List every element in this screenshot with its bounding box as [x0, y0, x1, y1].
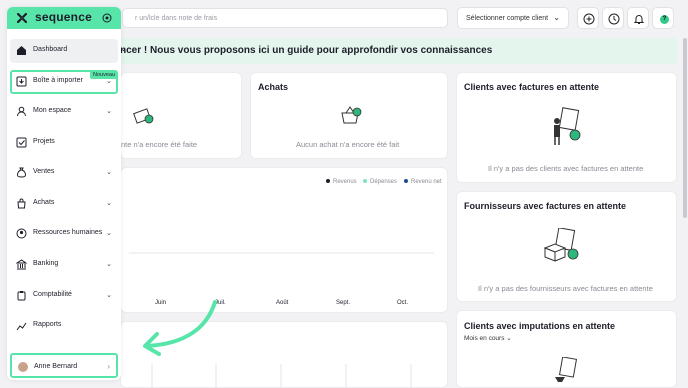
month-label: Sept.: [336, 300, 351, 306]
user-name: Anne Bernard: [34, 363, 78, 370]
legend-label: Revenus: [333, 179, 357, 185]
legend-label: Dépenses: [370, 179, 398, 185]
money-bag-icon: [16, 167, 27, 178]
clients-pending-card: Clients avec factures en attente Il n'y …: [456, 72, 677, 183]
sidebar-item-projets[interactable]: Projets: [10, 131, 118, 155]
help-icon: ?: [660, 15, 669, 24]
shopping-bag-icon: [17, 198, 26, 209]
clock-icon: [608, 13, 620, 25]
bank-icon: [16, 259, 27, 270]
sidebar-item-mon-espace[interactable]: Mon espace ⌄: [10, 100, 118, 124]
clipboard-icon: [17, 291, 26, 301]
settings-icon[interactable]: [102, 13, 112, 23]
sales-empty-text: nte n'a encore été faite: [121, 140, 198, 149]
sidebar-item-dashboard[interactable]: Dashboard: [10, 39, 118, 63]
avatar: [18, 362, 28, 372]
empty-sales-illustration: [133, 108, 154, 124]
guide-banner[interactable]: ncer ! Nous vous proposons ici un guide …: [120, 38, 677, 64]
account-select[interactable]: Sélectionner compte client ⌄: [457, 7, 569, 29]
user-profile-button[interactable]: Anne Bernard ›: [10, 353, 118, 378]
chevron-down-icon: ⌄: [106, 230, 112, 237]
suppliers-pending-empty-text: Il n'y a pas des fournisseurs avec factu…: [478, 284, 653, 293]
sales-card: nte n'a encore été faite: [120, 72, 242, 159]
search-input[interactable]: r un/lcle dans note de frais: [122, 8, 448, 28]
people-icon: [16, 228, 27, 239]
inbox-icon: [16, 76, 27, 87]
chevron-down-icon: ⌄: [106, 169, 112, 176]
sidebar-item-comptabilite[interactable]: Comptabilité ⌄: [10, 284, 118, 308]
history-button[interactable]: [602, 7, 624, 29]
empty-suppliers-illustration: [543, 228, 579, 262]
imputations-pending-title: Clients avec imputations en attente: [464, 321, 616, 331]
add-button[interactable]: [577, 7, 599, 29]
sidebar-item-label: Ressources humaines: [33, 229, 103, 236]
imputations-pending-card: Clients avec imputations en attente Mois…: [456, 310, 677, 388]
sidebar-item-rh[interactable]: Ressources humaines ⌄: [10, 222, 118, 246]
legend-revenu-net: Revenu net: [404, 179, 442, 185]
chart-gridlines: [129, 252, 434, 254]
chevron-down-icon: ⌄: [106, 200, 112, 207]
suppliers-pending-title: Fournisseurs avec factures en attente: [464, 201, 627, 211]
sidebar-item-achats[interactable]: Achats ⌄: [10, 192, 118, 216]
sidebar: sequence Dashboard Boîte à importer ⌄ No…: [7, 7, 121, 380]
sidebar-item-ventes[interactable]: Ventes ⌄: [10, 161, 118, 185]
page-scrollbar[interactable]: [683, 38, 687, 218]
sidebar-item-label: Projets: [33, 138, 55, 145]
clients-pending-title: Clients avec factures en attente: [464, 82, 600, 92]
chevron-down-icon: ⌄: [120, 44, 127, 53]
chevron-right-icon: ›: [107, 362, 110, 371]
chevron-down-icon: ⌄: [506, 335, 512, 342]
checkbox-icon: [16, 137, 27, 148]
period-select[interactable]: Mois en cours ⌄: [464, 334, 512, 342]
account-select-label: Sélectionner compte client: [466, 15, 549, 22]
sidebar-item-label: Achats: [33, 199, 55, 206]
sidebar-item-label: Dashboard: [33, 46, 68, 53]
sequence-logo-icon: [17, 13, 27, 23]
month-label: Août: [276, 300, 289, 306]
brand-header[interactable]: sequence: [7, 7, 121, 29]
sidebar-item-rapports[interactable]: Rapports: [10, 314, 118, 338]
person-icon: [17, 106, 26, 117]
purchases-title: Achats: [258, 82, 289, 92]
sidebar-item-label: Boîte à importer: [33, 77, 83, 84]
legend-revenus: Revenus: [326, 179, 357, 185]
empty-imputations-illustration: [555, 357, 578, 382]
clients-pending-empty-text: Il n'y a pas des clients avec factures e…: [488, 164, 644, 173]
revenue-chart-card: [120, 167, 448, 313]
period-select-label: Mois en cours: [464, 335, 505, 342]
sidebar-item-label: Banking: [33, 260, 59, 267]
legend-depenses: Dépenses: [363, 179, 397, 185]
chevron-down-icon: ⌄: [106, 261, 112, 268]
purchases-empty-text: Aucun achat n'a encore été fait: [296, 140, 400, 149]
empty-purchases-illustration: [341, 106, 362, 124]
chevron-down-icon: ⌄: [106, 108, 112, 115]
sidebar-item-label: Rapports: [33, 321, 62, 328]
chevron-down-icon: ⌄: [553, 13, 560, 22]
sidebar-item-label: Comptabilité: [33, 291, 72, 298]
suppliers-pending-card: Fournisseurs avec factures en attente Il…: [456, 191, 677, 302]
arrow-pointer-icon: [143, 300, 217, 356]
sidebar-item-banking[interactable]: Banking ⌄: [10, 253, 118, 277]
plus-circle-icon: [583, 13, 595, 25]
legend-dot-icon: [404, 179, 408, 184]
new-badge: Nouveau: [90, 71, 119, 79]
home-icon: [17, 46, 26, 55]
legend-dot-icon: [326, 179, 330, 184]
legend-dot-icon: [363, 179, 367, 184]
brand-name: sequence: [35, 10, 92, 24]
chevron-down-icon: ⌄: [106, 292, 112, 299]
chart-icon: [16, 322, 27, 331]
legend-label: Revenu net: [411, 179, 442, 185]
sidebar-item-label: Ventes: [33, 168, 55, 175]
empty-clients-illustration: [554, 107, 581, 145]
sidebar-item-label: Mon espace: [33, 107, 72, 114]
notifications-button[interactable]: [627, 7, 649, 29]
help-button[interactable]: ?: [652, 7, 674, 29]
purchases-card: Achats Aucun achat n'a encore été fait: [250, 72, 448, 159]
month-label: Oct.: [397, 300, 409, 306]
bell-icon: [633, 15, 645, 24]
